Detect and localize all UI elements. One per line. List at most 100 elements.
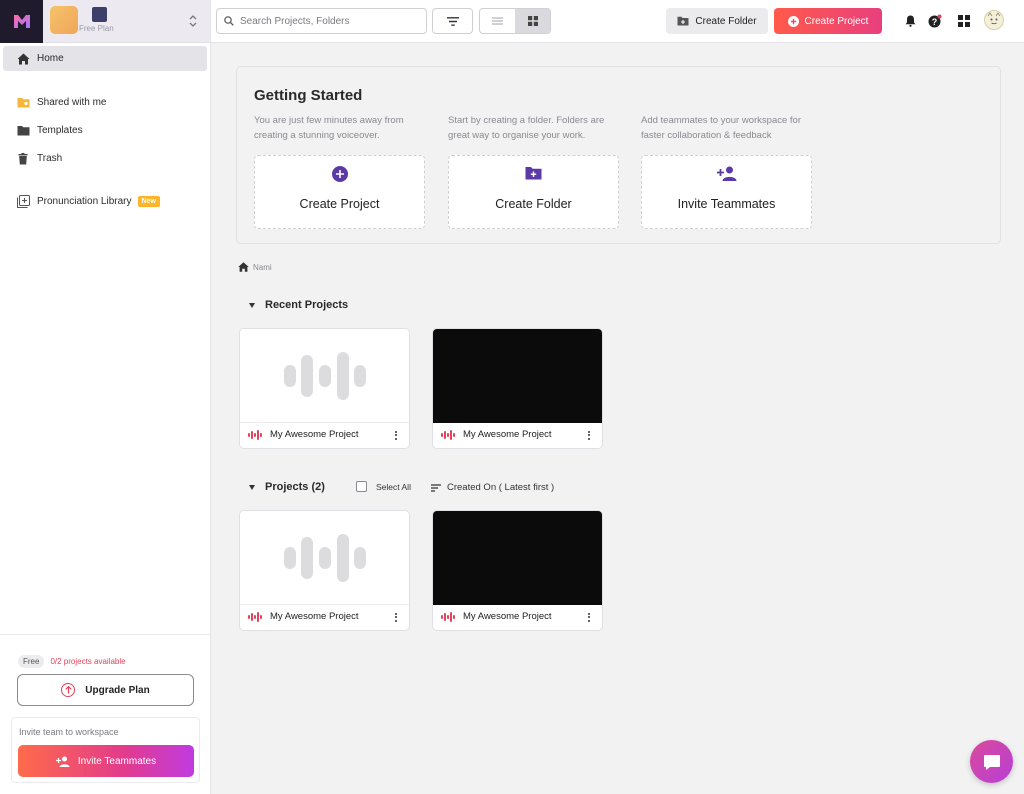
create-folder-label: Create Folder (695, 15, 757, 27)
plus-circle-icon (331, 166, 348, 182)
recent-projects-header: Recent Projects (249, 299, 348, 311)
gs-create-folder-card[interactable]: Create Folder (448, 155, 619, 229)
sidebar-item-trash[interactable]: Trash (3, 146, 207, 171)
project-card[interactable]: My Awesome Project (432, 328, 603, 449)
search-input[interactable] (240, 15, 420, 27)
collapse-triangle-icon[interactable] (249, 484, 255, 490)
project-card[interactable]: My Awesome Project (239, 328, 410, 449)
create-project-button[interactable]: Create Project (774, 8, 882, 34)
home-icon (16, 52, 30, 66)
search-box[interactable] (216, 8, 427, 34)
user-avatar[interactable] (984, 10, 1004, 30)
gs-invite-teammates-card[interactable]: Invite Teammates (641, 155, 812, 229)
more-options-icon[interactable] (393, 610, 399, 624)
more-options-icon[interactable] (586, 428, 592, 442)
create-project-label: Create Project (804, 15, 869, 27)
getting-started-desc: You are just few minutes away from creat… (254, 115, 404, 141)
breadcrumb-current[interactable]: Nami (253, 263, 272, 272)
getting-started-title: Getting Started (254, 87, 363, 104)
workspace-secondary-avatar (92, 7, 107, 22)
waveform-placeholder-icon (283, 533, 366, 582)
project-card[interactable]: My Awesome Project (432, 510, 603, 631)
project-name: My Awesome Project (270, 429, 359, 440)
sidebar-item-templates[interactable]: Templates (3, 118, 207, 143)
project-name: My Awesome Project (270, 611, 359, 622)
workspace-plan-label: Free Plan (79, 24, 114, 33)
getting-started-panel: Getting Started You are just few minutes… (236, 66, 1001, 244)
murf-logo-icon (13, 15, 30, 28)
waveform-placeholder-icon (283, 351, 366, 400)
sidebar-item-label: Templates (37, 125, 83, 136)
bell-icon (905, 15, 915, 27)
select-all[interactable]: Select All (356, 481, 411, 492)
top-bar: Create Folder Create Project ? (211, 0, 1024, 43)
plan-status: Free 0/2 projects available (18, 655, 126, 668)
new-badge: New (137, 196, 160, 207)
filter-icon (446, 16, 459, 26)
apps-grid-icon (958, 15, 970, 27)
sort-icon (431, 483, 441, 492)
getting-started-desc: Add teammates to your workspace for fast… (641, 115, 801, 141)
arrow-up-circle-icon (61, 683, 76, 697)
person-add-icon (716, 166, 736, 181)
project-card-footer: My Awesome Project (433, 603, 602, 630)
upgrade-plan-label: Upgrade Plan (85, 684, 150, 696)
sidebar-item-pronunciation-library[interactable]: Pronunciation Library New (3, 189, 207, 214)
invite-teammates-button[interactable]: Invite Teammates (18, 745, 194, 777)
avatar-face-icon (987, 12, 1001, 25)
sidebar-item-shared[interactable]: Shared with me (3, 90, 207, 115)
help-button[interactable]: ? (927, 13, 943, 29)
project-card-footer: My Awesome Project (240, 421, 409, 448)
project-thumbnail (433, 329, 602, 423)
chat-support-button[interactable] (970, 740, 1013, 783)
sidebar-item-home[interactable]: Home (3, 46, 207, 71)
app-logo[interactable] (0, 0, 43, 43)
folder-icon (16, 124, 30, 138)
notifications-button[interactable] (902, 13, 918, 29)
sidebar-item-label: Home (37, 53, 64, 64)
list-view-icon (492, 17, 503, 25)
sidebar: Free Plan Home Shared with me Templates (0, 0, 211, 794)
list-view-button[interactable] (480, 9, 515, 33)
waveform-icon (441, 611, 455, 622)
help-icon: ? (928, 14, 942, 28)
sidebar-footer: Free 0/2 projects available Upgrade Plan… (0, 634, 210, 794)
gs-card-label: Create Folder (495, 197, 572, 211)
project-card[interactable]: My Awesome Project (239, 510, 410, 631)
upgrade-plan-button[interactable]: Upgrade Plan (17, 674, 194, 706)
project-card-footer: My Awesome Project (433, 421, 602, 448)
waveform-icon (248, 611, 262, 622)
gs-create-project-card[interactable]: Create Project (254, 155, 425, 229)
library-add-icon (16, 195, 30, 209)
collapse-triangle-icon[interactable] (249, 302, 255, 308)
project-name: My Awesome Project (463, 611, 552, 622)
apps-button[interactable] (956, 13, 972, 29)
chat-bubble-icon (983, 754, 1000, 770)
projects-title: Projects (2) (265, 481, 325, 493)
gs-card-label: Create Project (299, 197, 380, 211)
search-icon (224, 16, 234, 26)
shared-folder-icon (16, 96, 30, 110)
waveform-icon (248, 429, 262, 440)
sidebar-item-label: Pronunciation Library (37, 196, 132, 207)
recent-projects-title: Recent Projects (265, 299, 349, 311)
grid-view-button[interactable] (515, 9, 550, 33)
folder-plus-icon (677, 16, 689, 26)
select-all-checkbox[interactable] (356, 481, 367, 492)
create-folder-button[interactable]: Create Folder (666, 8, 768, 34)
trash-icon (16, 152, 30, 166)
gs-card-label: Invite Teammates (677, 197, 776, 211)
sidebar-item-label: Trash (37, 153, 63, 164)
workspace-switcher[interactable]: Free Plan (0, 0, 210, 43)
more-options-icon[interactable] (586, 610, 592, 624)
home-icon[interactable] (238, 262, 249, 272)
project-thumbnail (240, 511, 409, 605)
filter-button[interactable] (432, 8, 473, 34)
select-all-label: Select All (376, 481, 411, 492)
project-thumbnail (433, 511, 602, 605)
grid-view-icon (527, 16, 538, 26)
chevron-updown-icon[interactable] (188, 13, 198, 29)
folder-plus-icon (525, 167, 542, 180)
sort-dropdown[interactable]: Created On ( Latest first ) (431, 482, 554, 493)
more-options-icon[interactable] (393, 428, 399, 442)
